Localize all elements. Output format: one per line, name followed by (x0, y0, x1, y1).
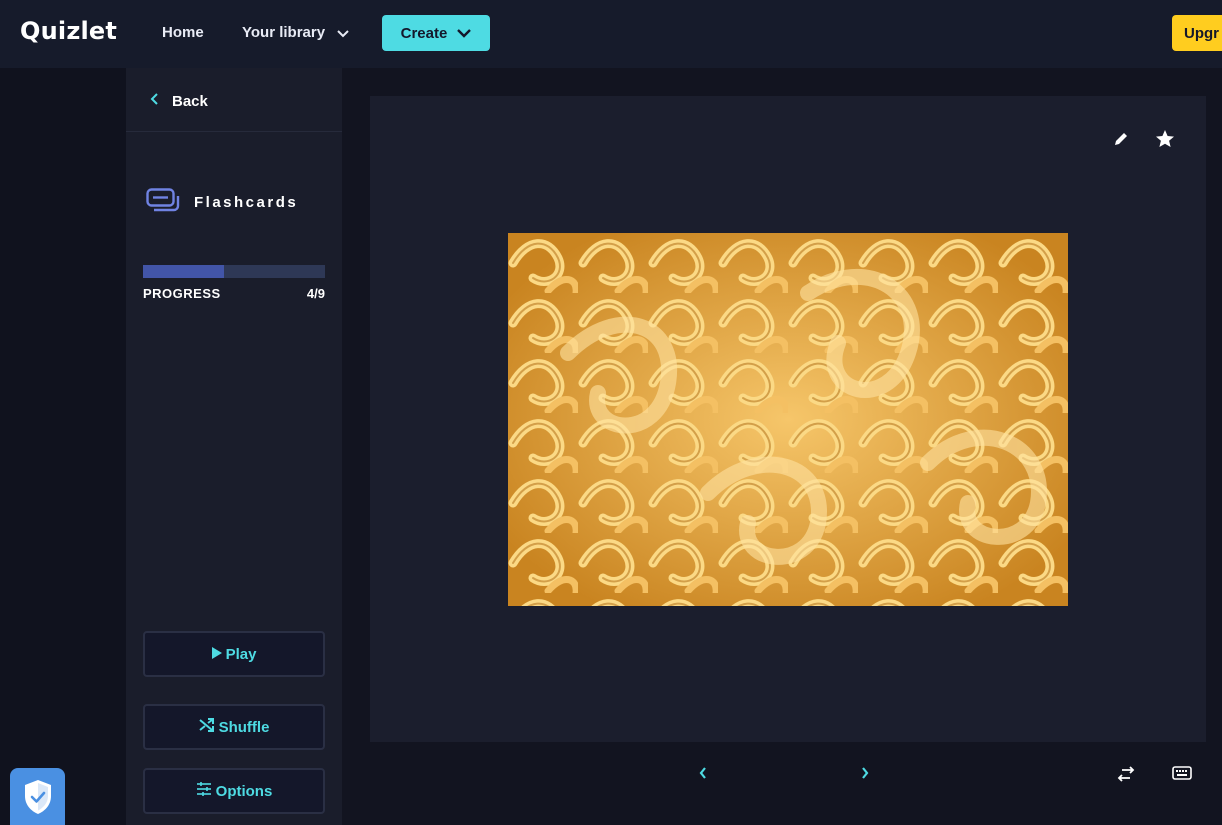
nav-home-link[interactable]: Home (162, 24, 204, 41)
top-navigation-bar: Quizlet Home Your library Create Upgr (0, 0, 1222, 68)
chevron-down-icon (337, 25, 349, 42)
progress-count: 4/9 (306, 286, 325, 301)
flashcard-image (508, 233, 1068, 606)
flashcard[interactable] (370, 96, 1206, 742)
play-button[interactable]: Play (143, 631, 325, 677)
sliders-icon (196, 782, 212, 800)
privacy-shield-button[interactable] (10, 768, 65, 825)
edit-icon[interactable] (1110, 128, 1132, 150)
options-button-label: Options (215, 782, 273, 800)
quizlet-logo[interactable]: Quizlet (20, 17, 117, 45)
pasta-image (508, 233, 1068, 606)
card-navigation (342, 758, 1222, 798)
star-icon[interactable] (1154, 128, 1176, 150)
shuffle-button-label: Shuffle (218, 718, 270, 736)
play-icon (211, 646, 222, 663)
chevron-left-icon (150, 92, 158, 110)
shield-check-icon (24, 779, 51, 814)
shuffle-icon (198, 718, 215, 736)
previous-card-button[interactable] (698, 766, 708, 785)
chevron-left-icon (699, 767, 706, 779)
keyboard-shortcuts-button[interactable] (1172, 766, 1192, 785)
progress-label: PROGRESS (143, 286, 221, 301)
card-actions (1110, 128, 1176, 150)
chevron-right-icon (862, 767, 869, 779)
left-gutter (0, 68, 126, 825)
shuffle-button[interactable]: Shuffle (143, 704, 325, 750)
options-button[interactable]: Options (143, 768, 325, 814)
play-button-label: Play (225, 645, 257, 663)
upgrade-button[interactable]: Upgr (1172, 15, 1222, 51)
nav-your-library-label: Your library (242, 24, 326, 41)
back-button[interactable]: Back (150, 92, 208, 110)
progress-bar (143, 265, 325, 278)
nav-your-library-dropdown[interactable]: Your library (242, 24, 349, 42)
study-mode-label: Flashcards (194, 194, 299, 211)
divider (126, 131, 342, 132)
flashcard-stage (342, 68, 1222, 825)
chevron-down-icon (457, 25, 472, 42)
study-mode-selector[interactable]: Flashcards (146, 188, 298, 217)
swap-icon (1117, 766, 1135, 782)
keyboard-icon (1172, 766, 1192, 780)
study-sidebar: Back Flashcards PROGRESS 4/9 Play Shuffl… (126, 68, 342, 825)
create-button[interactable]: Create (382, 15, 490, 51)
next-card-button[interactable] (860, 766, 870, 785)
flashcards-icon (146, 188, 180, 217)
create-button-label: Create (400, 24, 448, 42)
back-label: Back (172, 92, 208, 110)
swap-sides-button[interactable] (1116, 766, 1136, 787)
progress-bar-fill (143, 265, 224, 278)
